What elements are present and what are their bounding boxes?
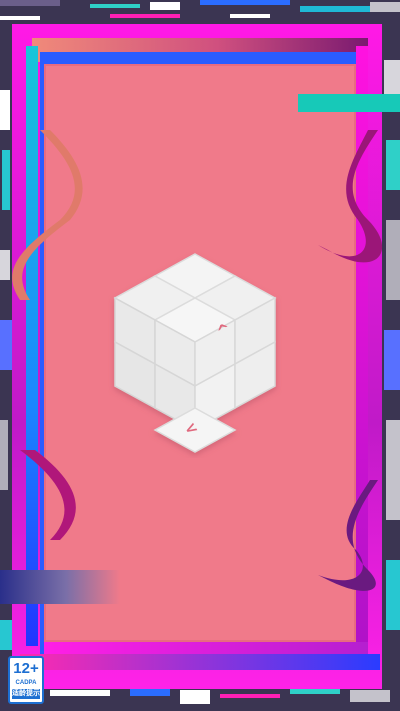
teal-accent-bar [298,94,400,112]
rating-org-label: CADPA [15,680,37,686]
rating-note-label: 适龄提示 [12,689,40,699]
bottom-frame-strip [44,642,368,654]
left-wavy-ribbon [12,130,83,540]
left-fade-bar [0,570,120,604]
age-rating-badge: 12+ CADPA 适龄提示 [8,656,44,704]
bottom-gradient-strip [20,654,380,670]
right-wavy-ribbon [318,130,383,591]
cube-puzzle[interactable]: ^ < [100,248,290,458]
rating-age-label: 12+ [13,660,39,677]
